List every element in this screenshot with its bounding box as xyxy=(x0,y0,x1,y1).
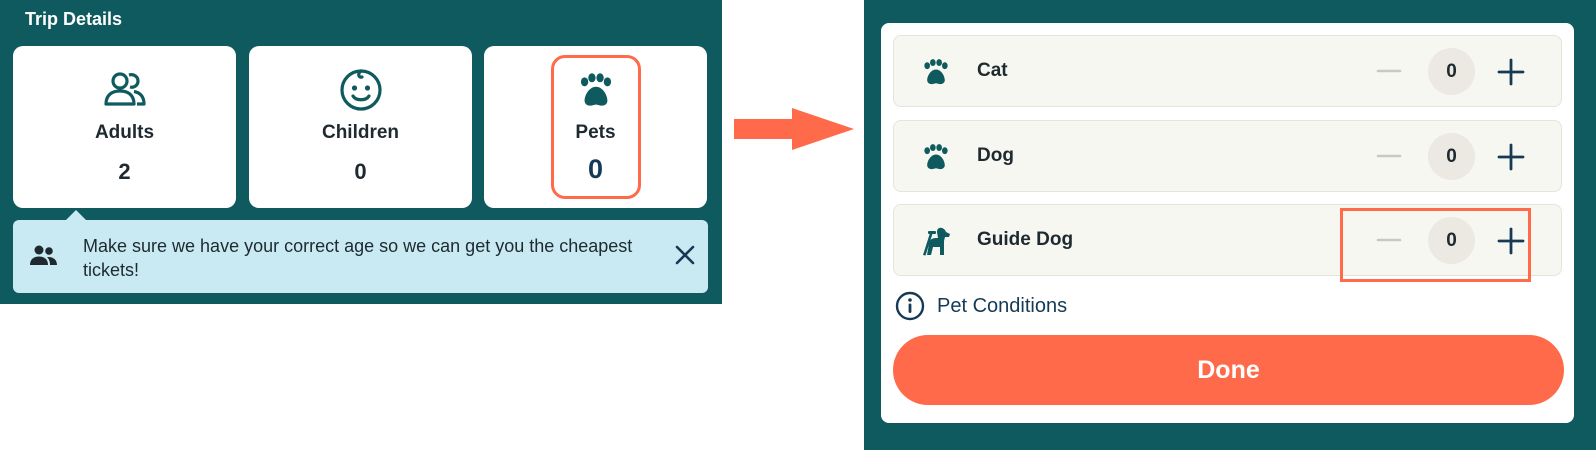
trip-details-panel: Trip Details Adults 2 Children 0 Pets 0 … xyxy=(0,0,722,304)
guide-dog-icon xyxy=(923,227,950,256)
paw-icon xyxy=(924,59,948,85)
age-info-banner: Make sure we have your correct age so we… xyxy=(13,210,708,293)
pets-panel: Cat 0 Dog 0 Guide Dog 0 Pet Conditions D… xyxy=(864,0,1596,450)
close-icon[interactable] xyxy=(670,240,700,270)
adults-label: Adults xyxy=(94,122,155,143)
people-icon xyxy=(30,245,57,265)
decrement-cat-button[interactable] xyxy=(1374,56,1404,86)
pet-row-cat: Cat 0 xyxy=(893,35,1562,107)
children-card[interactable]: Children 0 xyxy=(249,46,472,208)
adults-card[interactable]: Adults 2 xyxy=(13,46,236,208)
done-button[interactable]: Done xyxy=(893,335,1564,405)
pet-label: Guide Dog xyxy=(977,229,1074,250)
paw-icon xyxy=(924,144,948,170)
pet-label: Cat xyxy=(977,60,1008,81)
children-count: 0 xyxy=(354,159,367,184)
pet-conditions-link[interactable]: Pet Conditions xyxy=(895,291,1067,321)
decrement-dog-button[interactable] xyxy=(1374,141,1404,171)
pets-highlight-outline xyxy=(551,55,641,199)
child-face-icon xyxy=(339,69,382,111)
banner-pointer xyxy=(66,210,86,220)
cat-count: 0 xyxy=(1428,48,1475,95)
adults-count: 2 xyxy=(118,159,131,184)
increment-cat-button[interactable] xyxy=(1495,56,1527,88)
children-label: Children xyxy=(321,122,400,143)
arrow-right-icon xyxy=(734,108,854,150)
trip-details-title: Trip Details xyxy=(25,9,123,29)
pet-row-dog: Dog 0 xyxy=(893,120,1562,192)
pet-label: Dog xyxy=(977,145,1014,166)
guide-dog-stepper-highlight xyxy=(1340,208,1531,282)
adults-icon xyxy=(103,72,146,106)
pet-conditions-text: Pet Conditions xyxy=(937,294,1068,317)
banner-message: Make sure we have your correct age so we… xyxy=(83,236,633,280)
dog-count: 0 xyxy=(1428,133,1475,180)
info-icon xyxy=(895,291,925,321)
increment-dog-button[interactable] xyxy=(1495,141,1527,173)
